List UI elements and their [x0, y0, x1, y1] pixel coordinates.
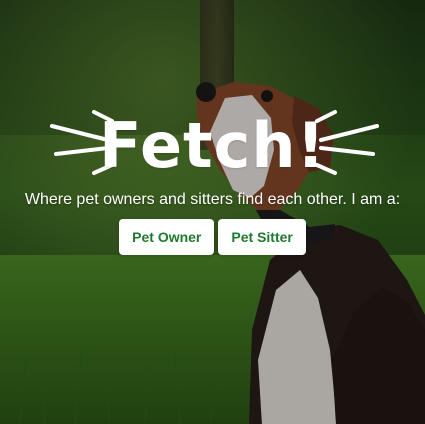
fetch-logo: Fetch! [0, 106, 425, 186]
role-selection: Pet Owner Pet Sitter [0, 219, 425, 255]
pet-sitter-button[interactable]: Pet Sitter [218, 219, 306, 255]
hero-tagline: Where pet owners and sitters find each o… [24, 191, 401, 208]
burst-lines-right-icon [315, 110, 379, 175]
pet-owner-button[interactable]: Pet Owner [119, 219, 215, 255]
hero-content: Fetch! Where pet owners and sitters find… [0, 0, 425, 424]
hero-section: Fetch! Where pet owners and sitters find… [0, 0, 425, 424]
